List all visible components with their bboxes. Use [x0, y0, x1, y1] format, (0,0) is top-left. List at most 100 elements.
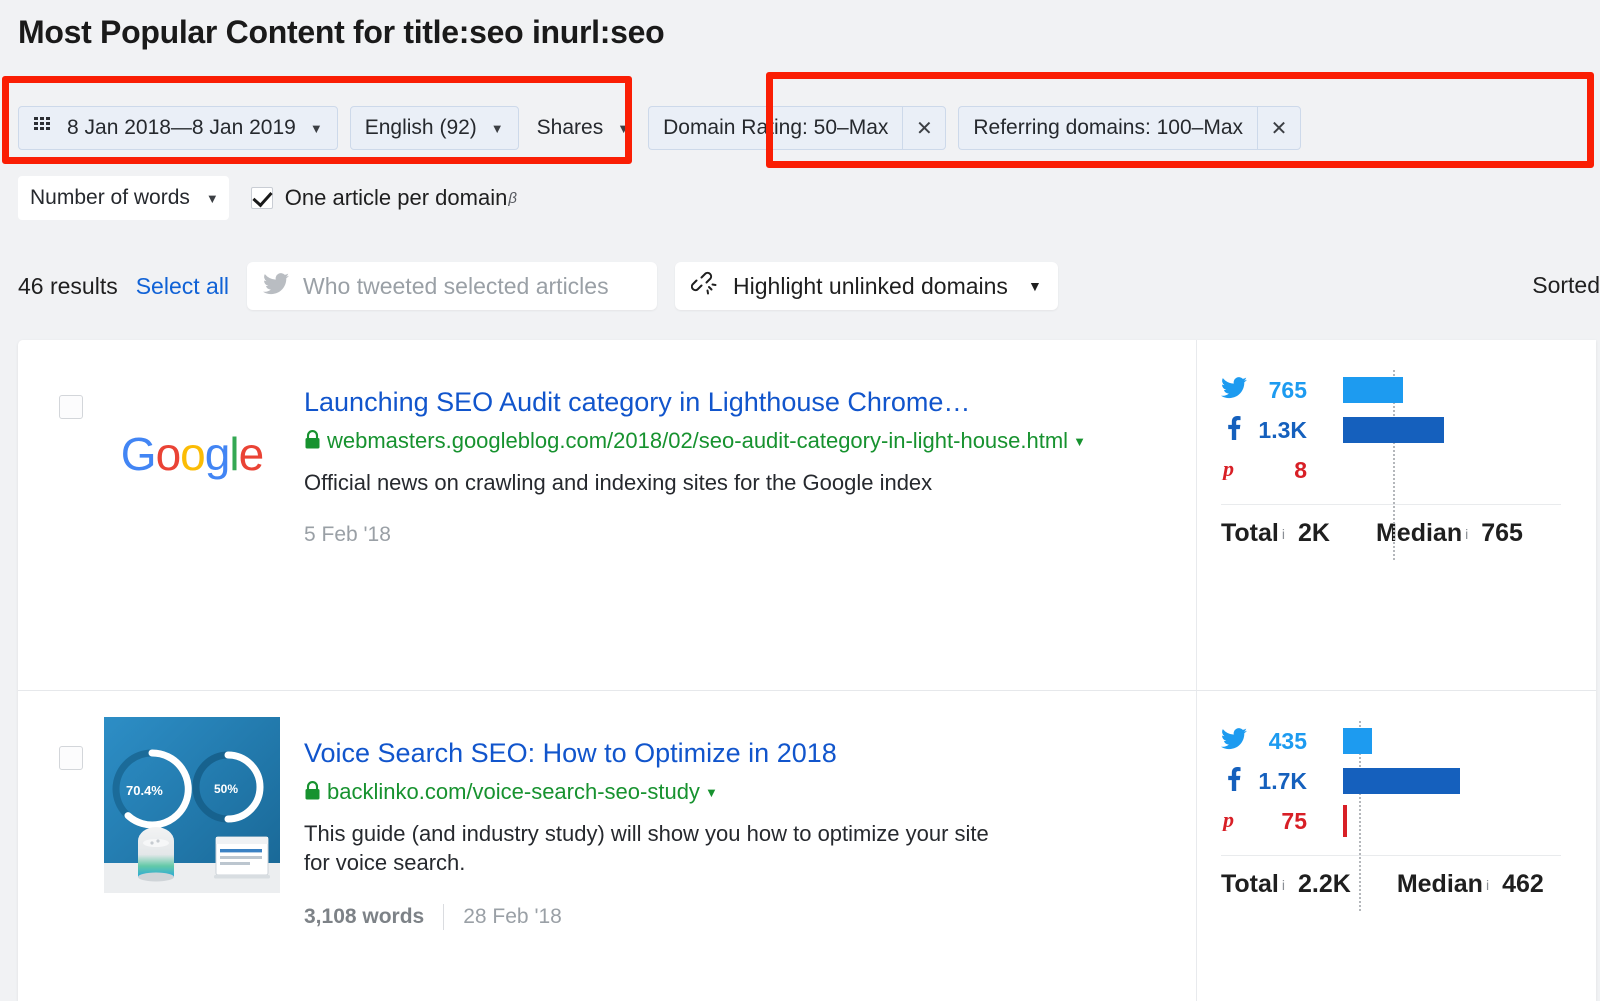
metric-facebook-value: 1.3K: [1258, 416, 1307, 443]
result-url-text: backlinko.com/voice-search-seo-study: [327, 779, 700, 805]
twitter-icon: [1221, 727, 1255, 755]
metrics-totals: Total i 2.2K Median i 462: [1221, 870, 1571, 899]
result-content-cell: Launching SEO Audit category in Lighthou…: [304, 340, 1196, 690]
info-icon[interactable]: i: [1282, 877, 1285, 893]
chevron-down-icon: ▼: [205, 190, 219, 206]
metric-twitter-value: 435: [1268, 727, 1307, 754]
select-all-link[interactable]: Select all: [136, 273, 229, 300]
chevron-down-icon[interactable]: ▼: [1073, 434, 1086, 449]
chevron-down-icon[interactable]: ▼: [705, 785, 718, 800]
broken-link-icon: [690, 271, 717, 302]
median-value: 765: [1481, 519, 1523, 547]
result-url-text: webmasters.googleblog.com/2018/02/seo-au…: [327, 428, 1069, 454]
thumbnail-illustration: 70.4% 50%: [104, 717, 280, 893]
result-content-cell: Voice Search SEO: How to Optimize in 201…: [304, 691, 1196, 1001]
facebook-icon: [1221, 766, 1255, 796]
who-tweeted-placeholder: Who tweeted selected articles: [303, 272, 609, 299]
result-metrics-cell: 765 1.3K p 8 Total i 2K Median i 765: [1196, 340, 1596, 690]
metric-pinterest: p 75: [1221, 801, 1571, 841]
who-tweeted-input[interactable]: Who tweeted selected articles: [247, 262, 658, 310]
result-date: 5 Feb '18: [304, 523, 391, 547]
shares-filter[interactable]: Shares ▼: [531, 106, 636, 150]
metric-pinterest-value: 75: [1281, 807, 1307, 834]
total-value: 2.2K: [1298, 870, 1351, 898]
domain-rating-filter-group: Domain Rating: 50–Max ✕: [648, 106, 947, 150]
svg-text:70.4%: 70.4%: [126, 783, 163, 798]
one-article-per-domain-toggle[interactable]: One article per domain β: [250, 185, 517, 211]
result-metrics-cell: 435 1.7K p 75 Total i 2.2K Median i 462: [1196, 691, 1596, 1001]
metric-twitter-value: 765: [1268, 376, 1307, 403]
highlight-unlinked-domains-dropdown[interactable]: Highlight unlinked domains ▼: [675, 262, 1058, 310]
total-label: Total: [1221, 870, 1279, 898]
metric-facebook: 1.3K: [1221, 410, 1571, 450]
filter-bar: 8 Jan 2018—8 Jan 2019 ▼ English (92) ▼ S…: [18, 104, 1600, 152]
pinterest-icon: p: [1221, 807, 1255, 836]
svg-text:p: p: [1221, 807, 1234, 831]
info-icon[interactable]: i: [1465, 526, 1468, 542]
chevron-down-icon: ▼: [490, 120, 504, 136]
result-title-link[interactable]: Launching SEO Audit category in Lighthou…: [304, 386, 1176, 418]
table-row: Google Launching SEO Audit category in L…: [18, 340, 1596, 690]
filter-bar-secondary: Number of words ▼ One article per domain…: [18, 176, 517, 220]
domain-rating-label: Domain Rating: 50–Max: [663, 116, 889, 139]
metric-pinterest-value: 8: [1294, 456, 1307, 483]
metric-twitter-bar: [1343, 728, 1372, 754]
result-thumbnail-cell: 70.4% 50%: [104, 691, 304, 1001]
metric-facebook-bar: [1343, 768, 1460, 794]
median-label: Median: [1375, 519, 1463, 547]
language-filter[interactable]: English (92) ▼: [349, 106, 519, 150]
row-checkbox[interactable]: [59, 746, 83, 770]
metrics-totals: Total i 2K Median i 765: [1221, 519, 1571, 548]
row-checkbox[interactable]: [59, 395, 83, 419]
number-of-words-filter[interactable]: Number of words ▼: [18, 176, 229, 220]
metric-twitter: 765: [1221, 370, 1571, 410]
one-article-per-domain-label: One article per domain: [284, 185, 508, 210]
sorted-label: Sorted: [1532, 272, 1600, 298]
referring-domains-label: Referring domains: 100–Max: [973, 116, 1244, 139]
metric-pinterest-bar: [1343, 805, 1347, 837]
metric-pinterest-bar-track: [1321, 801, 1571, 841]
checkmark-icon: [250, 187, 273, 209]
number-of-words-label: Number of words: [30, 186, 190, 209]
result-thumbnail-cell: Google: [104, 340, 304, 690]
referring-domains-filter[interactable]: Referring domains: 100–Max: [958, 106, 1258, 150]
metric-facebook-bar-track: [1321, 761, 1571, 801]
lock-icon: [304, 428, 321, 458]
close-icon: ✕: [915, 117, 933, 140]
highlight-label: Highlight unlinked domains: [733, 272, 1008, 299]
metric-facebook-value: 1.7K: [1258, 767, 1307, 794]
date-range-filter[interactable]: 8 Jan 2018—8 Jan 2019 ▼: [18, 106, 338, 150]
svg-text:50%: 50%: [214, 782, 238, 796]
metric-facebook: 1.7K: [1221, 761, 1571, 801]
domain-rating-filter[interactable]: Domain Rating: 50–Max: [648, 106, 903, 150]
voice-search-study-image: 70.4% 50%: [104, 717, 280, 893]
calendar-icon: [33, 114, 55, 142]
metric-facebook-bar-track: [1321, 410, 1571, 450]
domain-rating-remove-button[interactable]: ✕: [902, 106, 947, 150]
info-icon[interactable]: i: [1282, 526, 1285, 542]
google-logo: Google: [120, 428, 264, 480]
median-label: Median: [1396, 870, 1483, 898]
median-value: 462: [1502, 870, 1544, 898]
pinterest-icon: p: [1221, 456, 1255, 485]
date-range-label: 8 Jan 2018—8 Jan 2019: [67, 116, 296, 139]
results-toolbar: 46 results Select all Who tweeted select…: [18, 262, 1600, 310]
result-meta: 5 Feb '18: [304, 523, 1176, 547]
info-icon[interactable]: i: [1486, 877, 1489, 893]
metrics-divider: [1221, 504, 1561, 505]
referring-domains-filter-group: Referring domains: 100–Max ✕: [958, 106, 1302, 150]
beta-badge: β: [508, 189, 517, 207]
svg-text:p: p: [1221, 456, 1234, 480]
chevron-down-icon: ▼: [617, 120, 631, 136]
metrics-divider: [1221, 855, 1561, 856]
twitter-icon: [1221, 376, 1255, 404]
table-row: 70.4% 50% Voice Search SEO: How to Optim…: [18, 691, 1596, 1001]
row-select-cell: [18, 340, 104, 690]
referring-domains-remove-button[interactable]: ✕: [1257, 106, 1302, 150]
metric-twitter: 435: [1221, 721, 1571, 761]
result-title-link[interactable]: Voice Search SEO: How to Optimize in 201…: [304, 737, 1176, 769]
result-url[interactable]: webmasters.googleblog.com/2018/02/seo-au…: [304, 426, 1176, 458]
result-url[interactable]: backlinko.com/voice-search-seo-study ▼: [304, 777, 1176, 809]
twitter-icon: [263, 272, 290, 300]
chevron-down-icon: ▼: [1027, 278, 1042, 294]
